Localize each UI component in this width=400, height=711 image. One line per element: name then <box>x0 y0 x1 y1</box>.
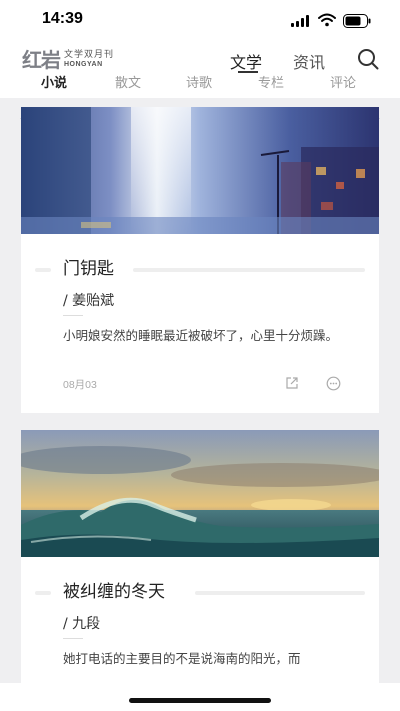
article-date: 08月03 <box>63 379 97 391</box>
logo-text: 文学双月刊 HONGYAN <box>64 50 114 70</box>
category-tab-poetry[interactable]: 诗歌 <box>186 76 212 92</box>
category-tab-column[interactable]: 专栏 <box>258 76 284 92</box>
author-divider <box>63 638 83 639</box>
article-image <box>21 430 379 557</box>
category-tab-prose[interactable]: 散文 <box>115 76 141 92</box>
logo-mark: 红岩 <box>22 48 61 72</box>
status-bar: 14:39 <box>0 0 400 42</box>
article-author: / 九段 <box>63 616 101 632</box>
app-header: 红岩 文学双月刊 HONGYAN 文学 资讯 小说 散文 诗歌 专栏 评论 <box>0 42 400 119</box>
home-bar-area <box>0 683 400 711</box>
wifi-icon <box>318 13 336 27</box>
article-excerpt: 小明娘安然的睡眠最近被破坏了，心里十分烦躁。 <box>63 328 339 343</box>
search-icon[interactable] <box>356 47 380 71</box>
author-divider <box>63 315 83 316</box>
logo-english: HONGYAN <box>64 61 103 68</box>
title-decoration <box>35 268 51 272</box>
battery-icon <box>343 14 371 28</box>
logo-subtitle: 文学双月刊 <box>64 50 115 60</box>
title-decoration <box>195 591 365 595</box>
signal-icon <box>291 15 309 27</box>
nav-active-indicator <box>238 71 258 73</box>
nav-tab-news[interactable]: 资讯 <box>293 49 325 73</box>
article-title[interactable]: 被纠缠的冬天 <box>63 582 165 602</box>
article-image <box>21 107 379 234</box>
title-decoration <box>133 268 365 272</box>
title-decoration <box>35 591 51 595</box>
comment-icon[interactable] <box>326 376 341 391</box>
title-row: 门钥匙 <box>21 259 379 279</box>
category-tab-review[interactable]: 评论 <box>330 76 356 92</box>
home-indicator[interactable] <box>129 698 271 703</box>
article-card[interactable]: 被纠缠的冬天 / 九段 她打电话的主要目的不是说海南的阳光，而 <box>21 430 379 690</box>
category-tab-fiction[interactable]: 小说 <box>41 76 67 92</box>
article-title[interactable]: 门钥匙 <box>63 259 114 279</box>
logo: 红岩 文学双月刊 HONGYAN <box>22 48 142 72</box>
article-excerpt: 她打电话的主要目的不是说海南的阳光，而 <box>63 651 301 666</box>
category-tabs: 小说 散文 诗歌 专栏 评论 <box>0 76 400 96</box>
article-author: / 姜贻斌 <box>63 293 115 309</box>
status-time: 14:39 <box>42 10 83 27</box>
share-icon[interactable] <box>285 376 299 390</box>
nav-tab-literature[interactable]: 文学 <box>230 49 262 73</box>
title-row: 被纠缠的冬天 <box>21 582 379 602</box>
article-card[interactable]: 门钥匙 / 姜贻斌 小明娘安然的睡眠最近被破坏了，心里十分烦躁。 08月03 <box>21 107 379 413</box>
